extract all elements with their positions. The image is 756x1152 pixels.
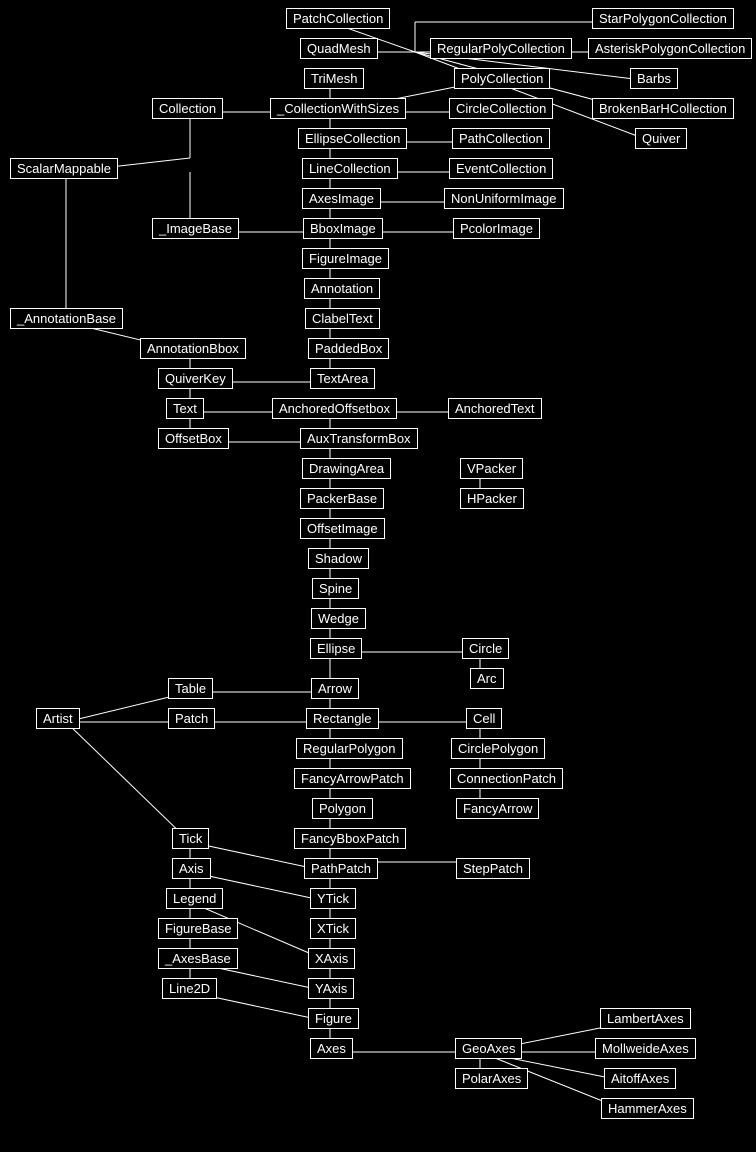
node-brokenbarhcollection: BrokenBarHCollection (592, 98, 734, 119)
node-wedge: Wedge (311, 608, 366, 629)
node-polycollection: PolyCollection (454, 68, 550, 89)
node-quiverkey: QuiverKey (158, 368, 233, 389)
node-collection: Collection (152, 98, 223, 119)
node-line2d: Line2D (162, 978, 217, 999)
node-ellipse: Ellipse (310, 638, 362, 659)
node-fancyarrow: FancyArrow (456, 798, 539, 819)
node-circlecollection: CircleCollection (449, 98, 553, 119)
node-asteriskpolygoncollection: AsteriskPolygonCollection (588, 38, 752, 59)
node-circlepolygon: CirclePolygon (451, 738, 545, 759)
node-anchoredtext: AnchoredText (448, 398, 542, 419)
node-paddedbox: PaddedBox (308, 338, 389, 359)
node-barbs: Barbs (630, 68, 678, 89)
node-starpolygoncollection: StarPolygonCollection (592, 8, 734, 29)
node-quiver: Quiver (635, 128, 687, 149)
node-geoaxes: GeoAxes (455, 1038, 522, 1059)
node-spine: Spine (312, 578, 359, 599)
node-arrow: Arrow (311, 678, 359, 699)
node-mollweideaxes: MollweideAxes (595, 1038, 696, 1059)
node-connectionpatch: ConnectionPatch (450, 768, 563, 789)
node-tick: Tick (172, 828, 209, 849)
node-axis: Axis (172, 858, 211, 879)
node-pcolorimage: PcolorImage (453, 218, 540, 239)
node-patch: Patch (168, 708, 215, 729)
node-offsetimage: OffsetImage (300, 518, 385, 539)
node-circle: Circle (462, 638, 509, 659)
node-ellipsecollection: EllipseCollection (298, 128, 407, 149)
node-hammeraxes: HammerAxes (601, 1098, 694, 1119)
node-xaxis: XAxis (308, 948, 355, 969)
node-clabeltext: ClabelText (305, 308, 380, 329)
node-fancyarrowpatch: FancyArrowPatch (294, 768, 411, 789)
node-lambertaxes: LambertAxes (600, 1008, 691, 1029)
node-figureimage: FigureImage (302, 248, 389, 269)
node-arc: Arc (470, 668, 504, 689)
node-offsetbox: OffsetBox (158, 428, 229, 449)
node-axesimage: AxesImage (302, 188, 381, 209)
node-ytick: YTick (310, 888, 356, 909)
node-aitoffaxes: AitoffAxes (604, 1068, 676, 1089)
node-rectangle: Rectangle (306, 708, 379, 729)
node-annotation: Annotation (304, 278, 380, 299)
node-regularpolycollection: RegularPolyCollection (430, 38, 572, 59)
node-trimesh: TriMesh (304, 68, 364, 89)
node-table: Table (168, 678, 213, 699)
node--axesbase: _AxesBase (158, 948, 238, 969)
node-cell: Cell (466, 708, 502, 729)
node-quadmesh: QuadMesh (300, 38, 378, 59)
node-text: Text (166, 398, 204, 419)
node-nonuniformimage: NonUniformImage (444, 188, 564, 209)
node-textarea: TextArea (310, 368, 375, 389)
node-regularpolygon: RegularPolygon (296, 738, 403, 759)
node-pathcollection: PathCollection (452, 128, 550, 149)
node-figure: Figure (308, 1008, 359, 1029)
node--annotationbase: _AnnotationBase (10, 308, 123, 329)
node-steppatch: StepPatch (456, 858, 530, 879)
node-figurebase: FigureBase (158, 918, 238, 939)
node--imagebase: _ImageBase (152, 218, 239, 239)
node-xtick: XTick (310, 918, 356, 939)
node-fancybboxpatch: FancyBboxPatch (294, 828, 406, 849)
node-scalarmappable: ScalarMappable (10, 158, 118, 179)
node-packerbase: PackerBase (300, 488, 384, 509)
node-patchcollection: PatchCollection (286, 8, 390, 29)
node-linecollection: LineCollection (302, 158, 398, 179)
node-drawingarea: DrawingArea (302, 458, 391, 479)
node-polygon: Polygon (312, 798, 373, 819)
node-anchoredoffsetbox: AnchoredOffsetbox (272, 398, 397, 419)
node-pathpatch: PathPatch (304, 858, 378, 879)
node-legend: Legend (166, 888, 223, 909)
node--collectionwithsizes: _CollectionWithSizes (270, 98, 406, 119)
node-axes: Axes (310, 1038, 353, 1059)
node-vpacker: VPacker (460, 458, 523, 479)
node-yaxis: YAxis (308, 978, 354, 999)
node-shadow: Shadow (308, 548, 369, 569)
node-bboximage: BboxImage (303, 218, 383, 239)
node-polaraxes: PolarAxes (455, 1068, 528, 1089)
node-eventcollection: EventCollection (449, 158, 553, 179)
node-auxtransformbox: AuxTransformBox (300, 428, 418, 449)
node-annotationbbox: AnnotationBbox (140, 338, 246, 359)
node-hpacker: HPacker (460, 488, 524, 509)
node-artist: Artist (36, 708, 80, 729)
